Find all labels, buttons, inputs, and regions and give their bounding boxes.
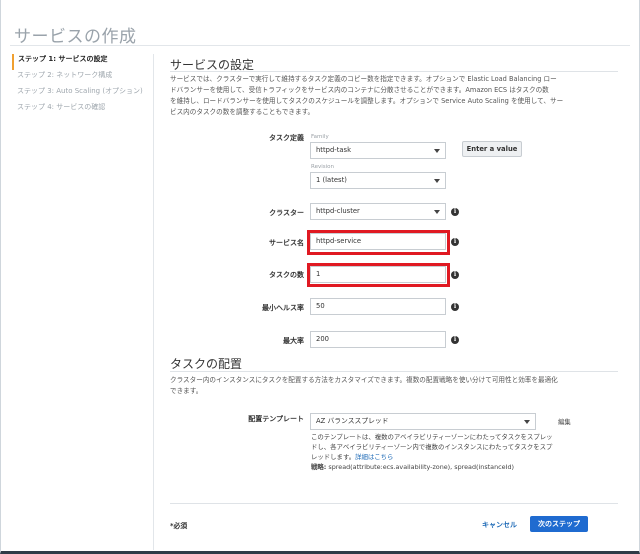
service-settings-description: サービスでは、クラスターで実行して維持するタスク定義のコピー数を指定できます。オ… <box>170 74 590 118</box>
strategy-label: 戦略: <box>311 463 327 471</box>
placement-help-prefix: レッドします。 <box>311 453 356 461</box>
section-divider <box>170 71 618 72</box>
page-title: サービスの作成 <box>14 27 137 47</box>
steps-divider <box>153 54 154 550</box>
max-percent-value: 200 <box>316 335 329 343</box>
revision-label: Revision <box>311 164 334 170</box>
info-icon[interactable]: i <box>451 303 459 311</box>
strategy-value: spread(attribute:ecs.availability-zone),… <box>328 463 515 471</box>
family-label: Family <box>311 134 329 140</box>
placement-strategy: 戦略: spread(attribute:ecs.availability-zo… <box>311 462 514 472</box>
task-count-label: タスクの数 <box>269 271 304 279</box>
chevron-down-icon <box>434 179 440 183</box>
service-name-label: サービス名 <box>269 239 304 247</box>
task-definition-label: タスク定義 <box>269 134 304 142</box>
wizard-steps: ステップ 1: サービスの設定 ステップ 2: ネットワーク構成 ステップ 3:… <box>12 54 152 118</box>
revision-select[interactable]: 1 (latest) <box>310 172 446 189</box>
info-icon[interactable]: i <box>451 336 459 344</box>
next-step-button[interactable]: 次のステップ <box>530 516 588 532</box>
required-note: *必須 <box>170 522 188 530</box>
description-line: ビス内のタスクの数を調整することもできます。 <box>170 108 315 116</box>
max-percent-label: 最大率 <box>283 337 304 345</box>
min-healthy-value: 50 <box>316 302 325 310</box>
edit-link[interactable]: 編集 <box>558 417 571 427</box>
step-4[interactable]: ステップ 4: サービスの確認 <box>12 102 152 118</box>
placement-help-last: レッドします。詳細はこちら <box>311 452 393 462</box>
placement-help-line: ドし、各アベイラビリティーゾーン内で複数のインスタンスにわたってタスクをスプ <box>311 443 553 451</box>
info-icon[interactable]: i <box>451 208 459 216</box>
description-line: サービスでは、クラスターで実行して維持するタスク定義のコピー数を指定できます。オ… <box>170 75 557 83</box>
title-divider <box>10 45 630 46</box>
description-line: クラスター内のインスタンスにタスクを配置する方法をカスタマイズできます。複数の配… <box>170 376 558 384</box>
revision-value: 1 (latest) <box>316 176 347 184</box>
max-percent-input[interactable]: 200 <box>310 331 446 348</box>
chevron-down-icon <box>434 149 440 153</box>
description-line: できます。 <box>170 387 203 395</box>
chevron-down-icon <box>524 420 530 424</box>
placement-help-line: このテンプレートは、複数のアベイラビリティーゾーンにわたってタスクをスプレッ <box>311 433 553 441</box>
step-3[interactable]: ステップ 3: Auto Scaling (オプション) <box>12 86 152 102</box>
section-divider <box>170 371 618 372</box>
highlight-box <box>307 263 450 287</box>
chevron-down-icon <box>434 210 440 214</box>
cluster-value: httpd-cluster <box>316 207 360 215</box>
footer-divider <box>170 503 618 504</box>
placement-title: タスクの配置 <box>170 357 243 371</box>
step-2[interactable]: ステップ 2: ネットワーク構成 <box>12 70 152 86</box>
placement-template-select[interactable]: AZ バランススプレッド <box>310 413 536 430</box>
placement-template-value: AZ バランススプレッド <box>316 417 389 425</box>
enter-value-button[interactable]: Enter a value <box>462 141 522 157</box>
family-value: httpd-task <box>316 146 352 154</box>
cluster-select[interactable]: httpd-cluster <box>310 203 446 220</box>
min-healthy-input[interactable]: 50 <box>310 298 446 315</box>
min-healthy-label: 最小ヘルス率 <box>262 304 304 312</box>
description-line: を維持し、ロードバランサーを使用してタスクのスケジュールを調整します。オプション… <box>170 97 564 105</box>
cluster-label: クラスター <box>269 209 304 217</box>
cancel-button[interactable]: キャンセル <box>482 520 517 530</box>
step-1[interactable]: ステップ 1: サービスの設定 <box>12 54 152 70</box>
description-line: ドバランサーを使用して、受信トラフィックをサービス内のコンテナに分散させることが… <box>170 86 549 94</box>
family-select[interactable]: httpd-task <box>310 142 446 159</box>
details-link[interactable]: 詳細はこちら <box>355 453 393 461</box>
info-icon[interactable]: i <box>451 271 459 279</box>
placement-description: クラスター内のインスタンスにタスクを配置する方法をカスタマイズできます。複数の配… <box>170 375 590 397</box>
info-icon[interactable]: i <box>451 238 459 246</box>
highlight-box <box>307 230 450 255</box>
placement-template-label: 配置テンプレート <box>248 415 304 423</box>
